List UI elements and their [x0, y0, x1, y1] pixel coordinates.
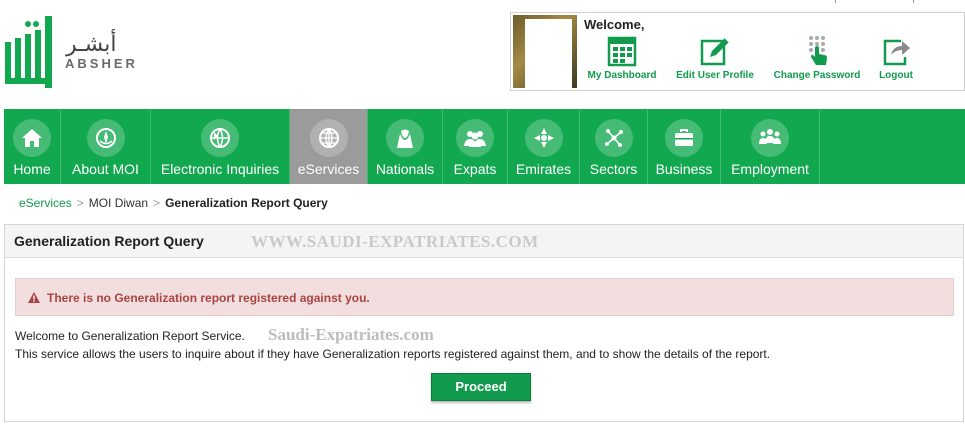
my-dashboard-link[interactable]: My Dashboard	[584, 35, 660, 81]
avatar-redaction	[525, 19, 572, 88]
expats-icon	[456, 119, 494, 157]
top-divider	[835, 0, 915, 3]
nav-item-expats[interactable]: Expats	[443, 109, 508, 184]
breadcrumb-separator: >	[76, 196, 84, 210]
logout-icon	[883, 39, 910, 66]
alert-message: There is no Generalization report regist…	[15, 278, 954, 316]
main-nav: Home About MOI Electronic Inquiries eSer…	[4, 109, 965, 184]
change-password-label: Change Password	[773, 70, 861, 81]
inquiries-icon	[201, 119, 239, 157]
proceed-button[interactable]: Proceed	[431, 373, 531, 401]
change-password-link[interactable]: Change Password	[769, 35, 865, 81]
nav-label: Business	[655, 161, 713, 177]
panel-header: Generalization Report Query WWW.SAUDI-EX…	[5, 225, 963, 258]
dashboard-icon	[607, 36, 637, 67]
sectors-icon	[594, 119, 633, 157]
page-title: Generalization Report Query	[14, 233, 204, 249]
report-panel: Generalization Report Query WWW.SAUDI-EX…	[4, 224, 964, 422]
breadcrumb-current: Generalization Report Query	[165, 196, 328, 210]
briefcase-icon	[665, 119, 703, 157]
nav-item-electronic-inquiries[interactable]: Electronic Inquiries	[151, 109, 290, 184]
logo-arabic-text: أبشـر	[66, 32, 117, 57]
change-password-icon	[809, 36, 827, 65]
absher-logo[interactable]: أبشـر ABSHER	[4, 16, 144, 90]
breadcrumb-separator: >	[153, 196, 161, 210]
home-icon	[13, 119, 51, 157]
nationals-icon	[386, 119, 424, 157]
nav-item-nationals[interactable]: Nationals	[368, 109, 443, 184]
nav-label: Home	[13, 161, 51, 177]
nav-label: Expats	[453, 161, 497, 177]
breadcrumb-moi-diwan[interactable]: MOI Diwan	[89, 196, 148, 210]
logo-english-text: ABSHER	[65, 56, 138, 71]
nav-item-home[interactable]: Home	[4, 109, 61, 184]
nav-item-business[interactable]: Business	[648, 109, 721, 184]
nav-item-eservices[interactable]: eServices	[290, 109, 368, 184]
nav-item-employment[interactable]: Employment	[721, 109, 820, 184]
breadcrumb: eServices > MOI Diwan > Generalization Repor…	[19, 196, 328, 210]
warning-icon	[28, 292, 40, 303]
my-dashboard-label: My Dashboard	[587, 70, 657, 81]
nav-label: Nationals	[375, 161, 435, 177]
employment-icon	[751, 119, 789, 157]
emirates-icon	[524, 119, 563, 157]
nav-label: Emirates	[515, 161, 572, 177]
edit-profile-icon	[700, 37, 730, 66]
nav-label: Electronic Inquiries	[160, 161, 280, 177]
logout-label: Logout	[879, 70, 913, 81]
edit-user-profile-label: Edit User Profile	[676, 70, 754, 81]
nav-label: About MOI	[72, 161, 139, 177]
nav-item-about-moi[interactable]: About MOI	[61, 109, 151, 184]
moi-emblem-icon	[86, 119, 125, 157]
nav-item-sectors[interactable]: Sectors	[580, 109, 648, 184]
nav-label: Sectors	[589, 161, 638, 177]
logout-link[interactable]: Logout	[871, 35, 921, 81]
user-welcome-box: Welcome, My Dashboard Edit User Profile	[510, 12, 965, 91]
alert-text: There is no Generalization report regist…	[47, 291, 370, 305]
intro-line-2: This service allows the users to inquire…	[15, 347, 771, 361]
edit-user-profile-link[interactable]: Edit User Profile	[671, 35, 759, 81]
nav-item-emirates[interactable]: Emirates	[508, 109, 580, 184]
avatar	[513, 15, 577, 88]
nav-label: Employment	[731, 161, 809, 177]
watermark-text: WWW.SAUDI-EXPATRIATES.COM	[251, 232, 539, 251]
globe-icon	[309, 119, 348, 157]
intro-line-1: Welcome to Generalization Report Service…	[15, 329, 245, 343]
watermark-text-2: Saudi-Expatriates.com	[268, 325, 434, 344]
breadcrumb-eservices[interactable]: eServices	[19, 196, 72, 210]
absher-logo-mark-icon	[5, 16, 52, 88]
nav-label: eServices	[297, 161, 360, 177]
welcome-text: Welcome,	[584, 17, 645, 32]
